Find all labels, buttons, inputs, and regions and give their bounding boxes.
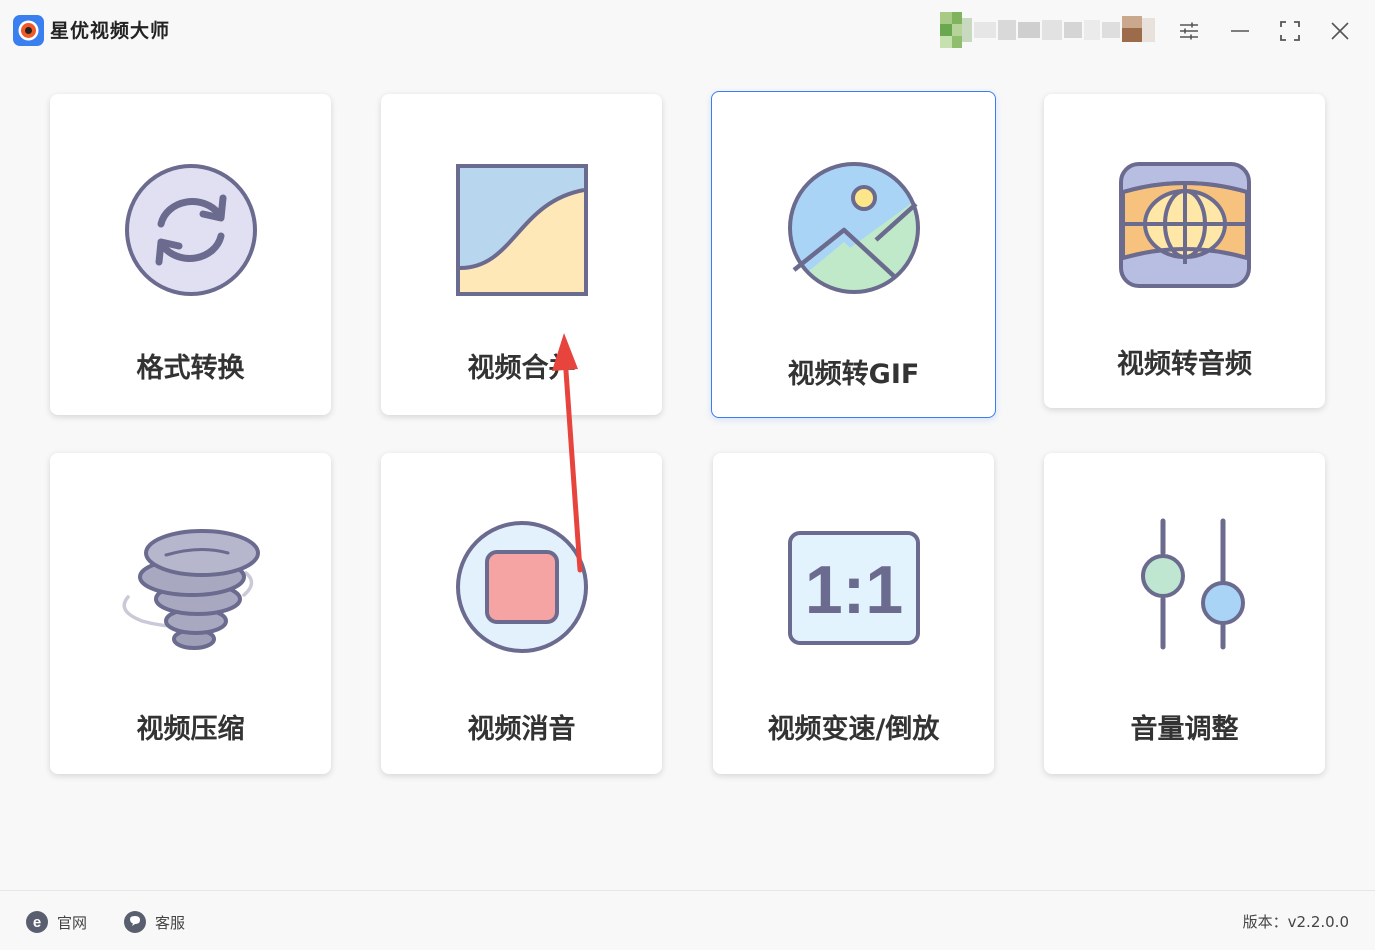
app-title: 星优视频大师 [50,20,171,42]
app-window: 星优视频大师 格式转换 视频合并 视频转GIF 视频转音频 视频压缩 视频消音 … [0,0,1375,950]
title-bar: 星优视频大师 [0,0,1375,62]
maximize-button[interactable] [1273,14,1307,48]
card-label: 格式转换 [136,353,245,384]
image-landscape-icon [787,162,920,294]
card-video-merge[interactable]: 视频合并 [381,94,662,415]
app-logo-icon [13,15,44,46]
card-label: 音量调整 [1130,714,1239,745]
close-button[interactable] [1323,14,1357,48]
sliders-icon [1140,518,1245,650]
customer-service-label: 客服 [155,913,186,932]
official-site-label: 官网 [57,913,88,932]
user-avatar-mosaic[interactable] [940,12,1155,48]
card-video-to-audio[interactable]: 视频转音频 [1044,94,1325,408]
minimize-icon [1231,30,1249,32]
card-video-speed[interactable]: 1:1 视频变速/倒放 [713,453,994,774]
chat-bubble-icon [124,911,146,933]
card-label: 视频合并 [467,353,576,384]
browser-e-icon: e [26,911,48,933]
panorama-globe-icon [1118,162,1251,288]
stop-square-icon [455,521,588,653]
svg-text:e: e [33,914,41,931]
tornado-icon [122,529,260,650]
card-label: 视频变速/倒放 [767,714,940,745]
official-site-link[interactable]: e 官网 [25,909,87,935]
card-label: 视频压缩 [136,714,245,745]
fullscreen-icon [1280,21,1300,41]
card-format-convert[interactable]: 格式转换 [50,94,331,415]
card-video-compress[interactable]: 视频压缩 [50,453,331,774]
customer-service-link[interactable]: 客服 [123,909,185,935]
footer-bar: e 官网 客服 版本：v2.2.0.0 [0,890,1375,950]
card-video-to-gif[interactable]: 视频转GIF [711,91,996,418]
sliders-settings-icon [1180,22,1198,40]
close-icon [1331,22,1349,40]
version-text: 版本：v2.2.0.0 [1242,913,1349,931]
ratio-1-1-icon: 1:1 [787,531,920,645]
refresh-icon [124,164,257,296]
card-label: 视频转GIF [787,359,920,390]
card-video-mute[interactable]: 视频消音 [381,453,662,774]
settings-sliders-button[interactable] [1172,14,1206,48]
card-volume-adjust[interactable]: 音量调整 [1044,453,1325,774]
card-label: 视频转音频 [1117,349,1252,380]
minimize-button[interactable] [1223,14,1257,48]
ratio-text: 1:1 [804,552,902,628]
card-label: 视频消音 [467,714,576,745]
merge-curve-icon [455,164,588,296]
